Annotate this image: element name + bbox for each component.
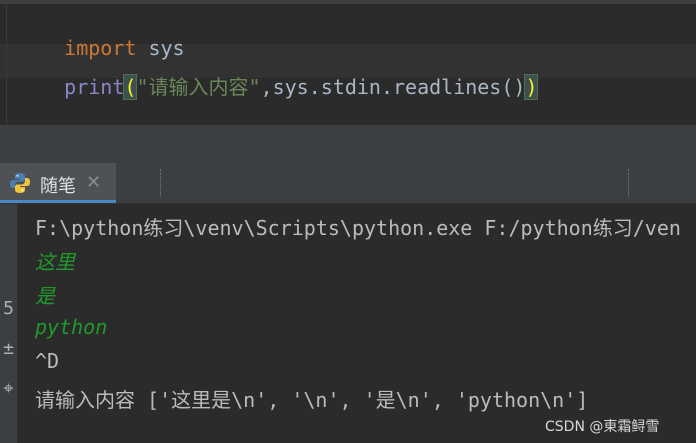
code-editor[interactable]: import sys print("请输入内容",sys.stdin.readl…	[0, 0, 696, 125]
print-icon[interactable]: ⌖	[0, 378, 17, 399]
open-paren: (	[123, 74, 138, 100]
console-command-line: F:\python练习\venv\Scripts\python.exe F:/p…	[35, 216, 681, 240]
soft-wrap-icon[interactable]: ±	[0, 338, 17, 359]
editor-gutter-edge	[6, 4, 7, 125]
console-input-line: 这里	[35, 250, 75, 274]
console-eof-line: ^D	[35, 349, 60, 373]
console-output[interactable]: 5 ± ⌖ F:\python练习\venv\Scripts\python.ex…	[0, 204, 696, 443]
toolbar-separator	[628, 169, 631, 197]
tab-label: 随笔	[40, 176, 76, 197]
code-line-2[interactable]: print("请输入内容",sys.stdin.readlines())	[16, 47, 539, 124]
tab-run[interactable]: 随笔 ✕	[0, 163, 116, 203]
editor-top-border	[0, 0, 696, 4]
watermark-text: CSDN @東霜鲟雪	[545, 419, 660, 435]
python-icon	[10, 173, 30, 193]
console-input-line: 是	[35, 284, 55, 308]
toolbar-separator	[160, 169, 163, 197]
panel-divider	[0, 125, 696, 163]
readlines-call: ,sys.stdin.readlines()	[260, 75, 526, 99]
console-input-line: python	[35, 315, 108, 339]
console-toolbar: 5 ± ⌖	[0, 204, 18, 443]
run-tabbar: 随笔 ✕	[0, 163, 696, 204]
close-icon[interactable]: ✕	[86, 172, 101, 193]
prompt-string: "请输入内容"	[136, 75, 261, 99]
console-result-line: 请输入内容 ['这里是\n', '\n', '是\n', 'python\n']	[35, 388, 589, 412]
print-function: print	[64, 75, 125, 99]
close-paren: )	[524, 74, 539, 100]
rerun-icon[interactable]: 5	[0, 298, 17, 319]
